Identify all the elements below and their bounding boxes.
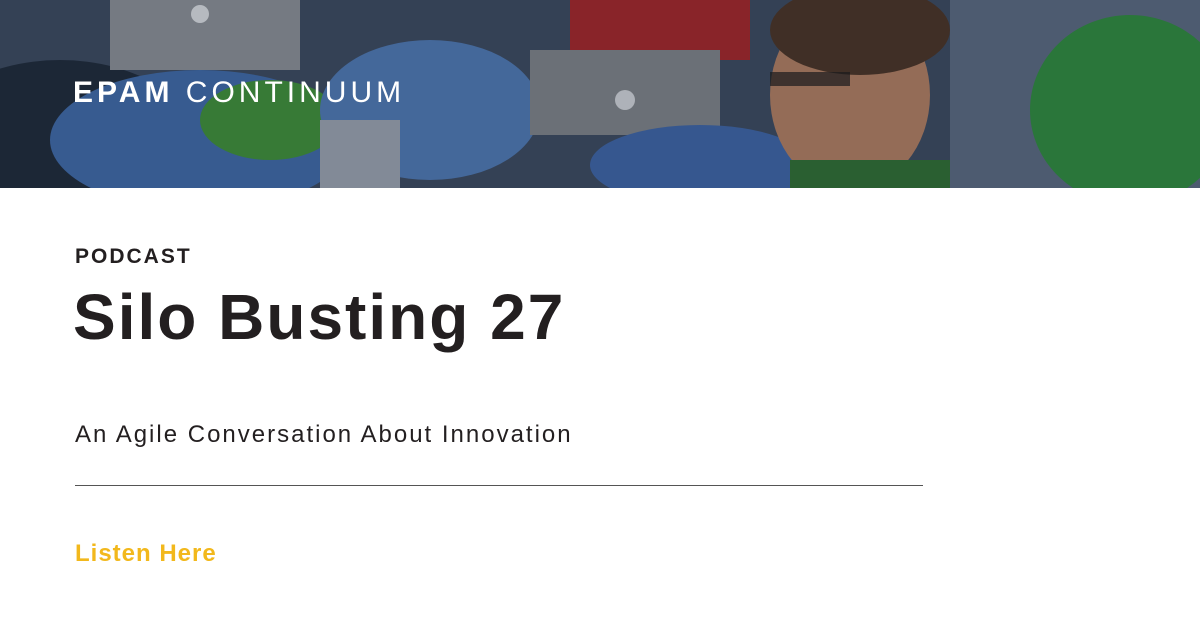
logo-word-epam: EPAM [73, 76, 174, 109]
content-type-label: PODCAST [75, 245, 192, 268]
page-subtitle: An Agile Conversation About Innovation [75, 421, 573, 448]
page-title: Silo Busting 27 [73, 281, 566, 353]
listen-here-link[interactable]: Listen Here [75, 538, 217, 570]
logo-word-continuum: CONTINUUM [185, 76, 406, 109]
epam-continuum-logo: EPAM CONTINUUM [73, 75, 405, 111]
header-banner: EPAM CONTINUUM [0, 0, 1200, 188]
divider [75, 485, 923, 486]
